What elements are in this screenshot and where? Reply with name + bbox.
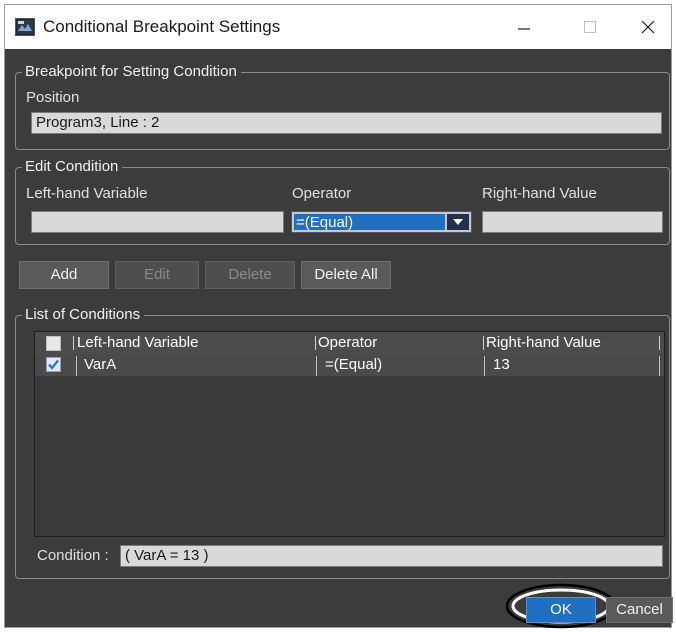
maximize-button[interactable] [567,5,613,49]
header-left-hand-variable[interactable]: Left-hand Variable [77,333,198,353]
row-checkbox[interactable] [46,357,61,372]
table-header: Left-hand Variable Operator Right-hand V… [35,332,664,354]
row-cell-separator [76,356,77,376]
condition-label: Condition : [37,547,109,564]
position-field: Program3, Line : 2 [31,112,662,134]
column-separator [659,336,660,350]
app-window-icon [15,18,35,36]
operator-dropdown[interactable]: =(Equal) [291,211,472,233]
dropdown-arrow-button[interactable] [447,214,469,230]
window-title: Conditional Breakpoint Settings [43,17,281,36]
row-cell-separator [659,356,660,376]
column-separator [73,336,74,350]
right-hand-value-input[interactable] [482,211,663,233]
table-row[interactable]: VarA =(Equal) 13 [35,354,664,376]
edit-condition-legend: Edit Condition [22,157,123,177]
edit-condition-group: Edit Condition Left-hand Variable Operat… [15,157,670,245]
operator-label: Operator [292,185,352,202]
column-separator [483,336,484,350]
maximize-icon [584,21,596,33]
close-icon [641,20,655,34]
cancel-button[interactable]: Cancel [606,597,673,623]
delete-button[interactable]: Delete [205,261,295,289]
left-hand-variable-input[interactable] [31,211,284,233]
conditions-group-legend: List of Conditions [22,305,145,325]
title-bar[interactable]: Conditional Breakpoint Settings [5,5,671,49]
right-hand-value-label: Right-hand Value [482,185,597,202]
delete-all-button[interactable]: Delete All [301,261,391,289]
position-label: Position [26,89,80,106]
row-cell-separator [484,356,485,376]
conditional-breakpoint-dialog: Conditional Breakpoint Settings Breakpoi… [4,4,673,629]
minimize-button[interactable] [501,5,547,49]
row-left-hand-variable: VarA [84,356,117,373]
add-button[interactable]: Add [19,261,109,289]
breakpoint-group-legend: Breakpoint for Setting Condition [22,62,241,82]
ok-button[interactable]: OK [526,597,596,623]
conditions-table[interactable]: Left-hand Variable Operator Right-hand V… [34,331,665,537]
chevron-down-icon [453,219,463,225]
row-right-hand-value: 13 [493,356,510,373]
conditions-group: List of Conditions Left-hand Variable Op… [15,305,670,579]
edit-button[interactable]: Edit [115,261,199,289]
column-separator [315,336,316,350]
operator-selected-value: =(Equal) [294,214,445,231]
row-operator: =(Equal) [325,356,383,373]
breakpoint-group: Breakpoint for Setting Condition Positio… [15,62,670,150]
minimize-icon [518,28,530,30]
select-all-checkbox[interactable] [46,336,61,351]
close-button[interactable] [625,5,671,49]
row-cell-separator [316,356,317,376]
checkmark-icon [48,359,59,370]
left-hand-variable-label: Left-hand Variable [26,185,148,202]
header-right-hand-value[interactable]: Right-hand Value [486,333,601,353]
condition-expression-field: ( VarA = 13 ) [120,545,663,567]
header-operator[interactable]: Operator [318,333,377,353]
